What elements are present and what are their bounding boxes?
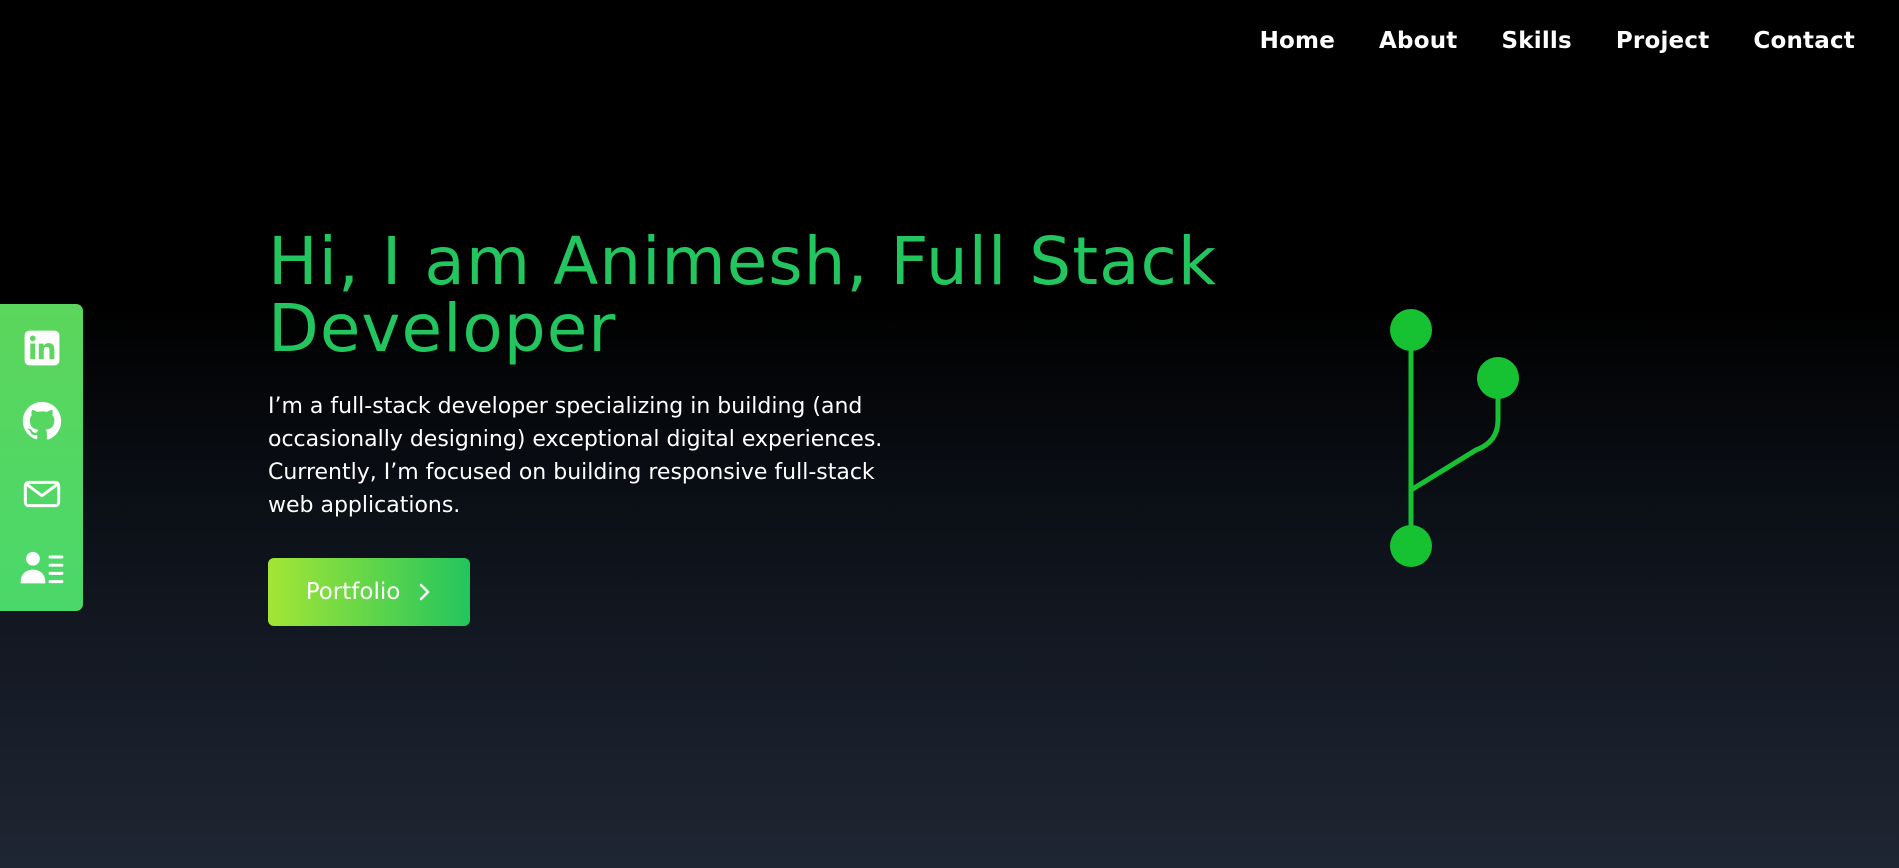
resume-link[interactable]: [18, 543, 66, 591]
nav-skills-link[interactable]: Skills: [1501, 30, 1571, 53]
hero-description: I’m a full-stack developer specializing …: [268, 394, 883, 518]
hero-section: Hi, I am Animesh, Full Stack Developer I…: [268, 228, 1268, 626]
linkedin-icon: [24, 330, 59, 366]
git-branch-icon: [1390, 309, 1519, 567]
nav-project-link[interactable]: Project: [1616, 30, 1710, 53]
portfolio-button-label: Portfolio: [305, 579, 401, 605]
nav-about-link[interactable]: About: [1379, 30, 1457, 53]
nav-home-link[interactable]: Home: [1260, 30, 1335, 53]
social-sidebar: [0, 304, 83, 611]
top-navigation: Home About Skills Project Contact: [1260, 30, 1855, 53]
linkedin-link[interactable]: [18, 324, 66, 372]
nav-contact-link[interactable]: Contact: [1753, 30, 1855, 53]
portfolio-button[interactable]: Portfolio: [268, 558, 470, 626]
contact-card-icon: [20, 551, 63, 584]
mail-link[interactable]: [18, 470, 66, 518]
hero-title: Hi, I am Animesh, Full Stack Developer: [268, 223, 1218, 367]
chevron-right-icon: [420, 583, 430, 601]
mail-icon: [23, 480, 60, 508]
github-link[interactable]: [18, 397, 66, 445]
github-icon: [22, 401, 61, 440]
